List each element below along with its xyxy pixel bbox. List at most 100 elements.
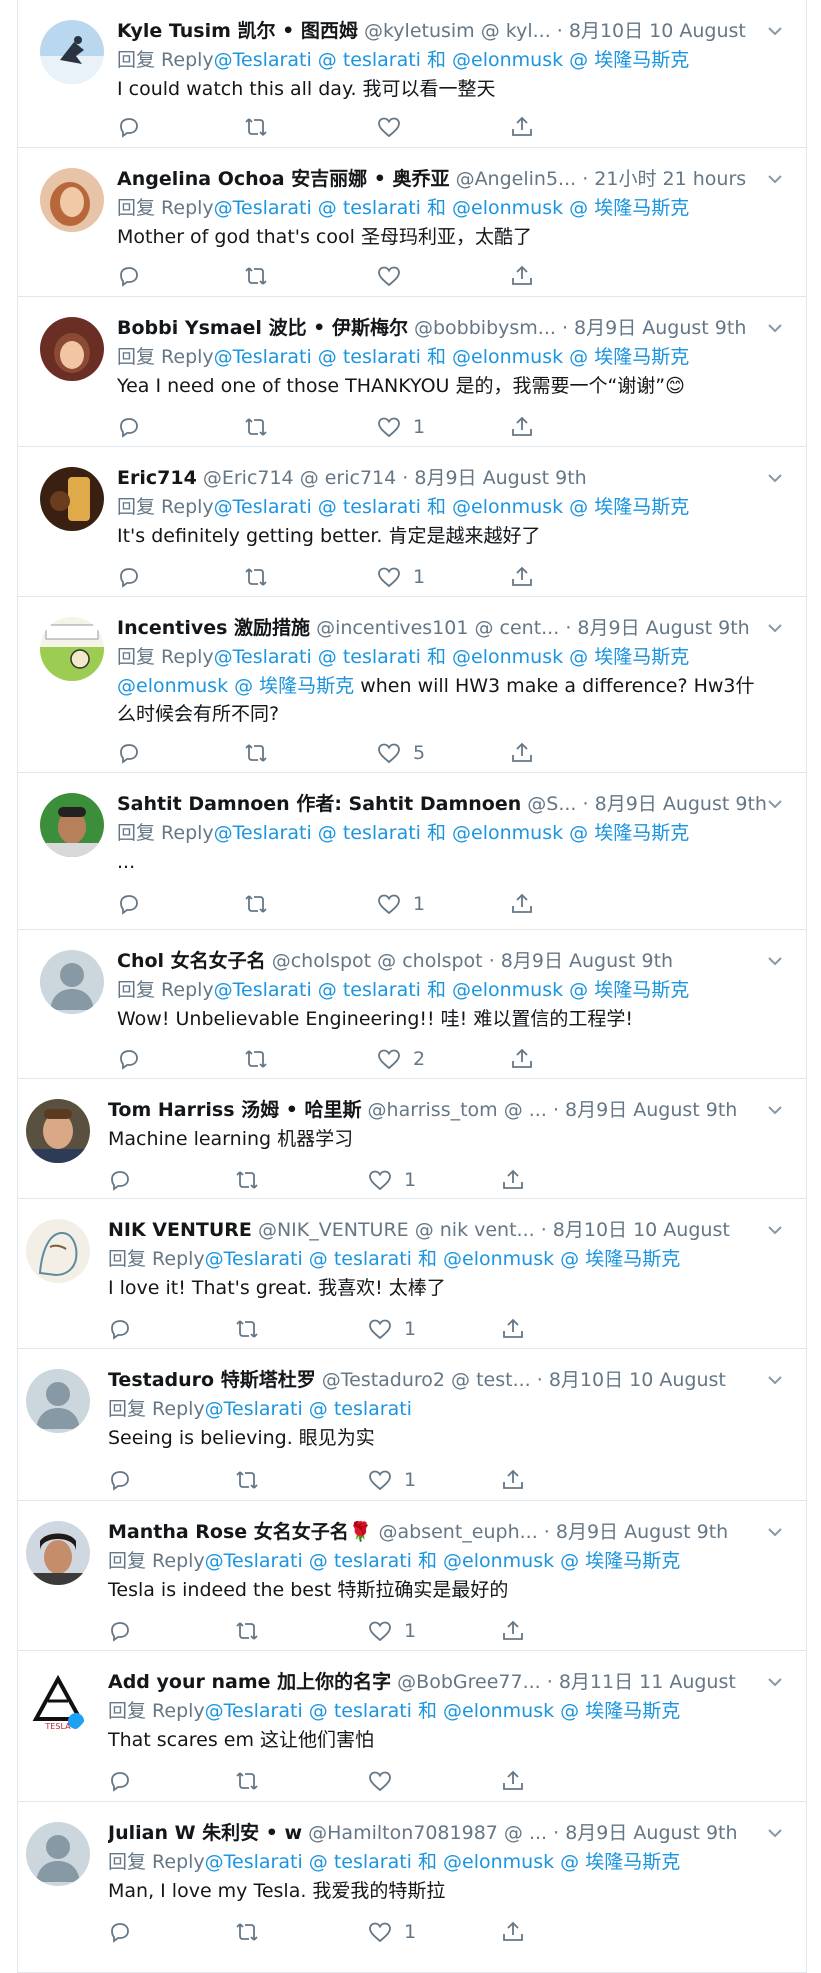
timestamp[interactable]: · 8月9日 August 9th — [583, 793, 766, 815]
chevron-down-icon[interactable] — [766, 1824, 784, 1842]
tweet-3[interactable]: Eric714 @Eric714 @ eric714 · 8月9日 August… — [18, 447, 806, 597]
display-name[interactable]: Kyle Tusim 凯尔 • 图西姆 — [117, 20, 358, 42]
reply-button[interactable] — [117, 564, 141, 590]
like-button[interactable] — [377, 114, 413, 140]
share-button[interactable] — [510, 564, 534, 590]
share-button[interactable] — [510, 891, 534, 917]
handle[interactable]: @BobGree77... — [397, 1671, 541, 1693]
timestamp[interactable]: · 8月9日 August 9th — [553, 1822, 737, 1844]
like-button[interactable] — [377, 263, 413, 289]
reply-button[interactable] — [108, 1768, 132, 1794]
chevron-down-icon[interactable] — [766, 1101, 784, 1119]
display-name[interactable]: Chol 女名女子名 — [117, 950, 266, 972]
like-button[interactable]: 1 — [377, 414, 425, 440]
chevron-down-icon[interactable] — [766, 1673, 784, 1691]
avatar[interactable] — [40, 168, 104, 232]
chevron-down-icon[interactable] — [766, 170, 784, 188]
display-name[interactable]: Tom Harriss 汤姆 • 哈里斯 — [108, 1099, 362, 1121]
like-button[interactable] — [368, 1768, 404, 1794]
reply-mentions[interactable]: @Teslarati @ teslarati 和 @elonmusk @ 埃隆马… — [205, 1851, 681, 1873]
retweet-button[interactable] — [235, 1316, 259, 1342]
retweet-button[interactable] — [244, 1046, 268, 1072]
tweet-2[interactable]: Bobbi Ysmael 波比 • 伊斯梅尔 @bobbibysm... · 8… — [18, 297, 806, 447]
chevron-down-icon[interactable] — [766, 952, 784, 970]
display-name[interactable]: Add your name 加上你的名字 — [108, 1671, 391, 1693]
retweet-button[interactable] — [235, 1618, 259, 1644]
like-button[interactable]: 1 — [368, 1316, 416, 1342]
reply-button[interactable] — [108, 1919, 132, 1945]
share-button[interactable] — [501, 1167, 525, 1193]
like-button[interactable]: 1 — [368, 1467, 416, 1493]
avatar[interactable] — [26, 1822, 90, 1886]
avatar[interactable] — [40, 617, 104, 681]
handle[interactable]: @bobbibysm... — [414, 317, 556, 339]
reply-button[interactable] — [117, 414, 141, 440]
reply-button[interactable] — [117, 1046, 141, 1072]
reply-mentions[interactable]: @Teslarati @ teslarati 和 @elonmusk @ 埃隆马… — [214, 49, 690, 71]
chevron-down-icon[interactable] — [766, 619, 784, 637]
retweet-button[interactable] — [244, 740, 268, 766]
avatar[interactable] — [40, 793, 104, 857]
handle[interactable]: @harriss_tom @ ... — [368, 1099, 547, 1121]
timestamp[interactable]: · 8月10日 10 August — [557, 20, 746, 42]
reply-mentions[interactable]: @Teslarati @ teslarati 和 @elonmusk @ 埃隆马… — [214, 346, 690, 368]
display-name[interactable]: Incentives 激励措施 — [117, 617, 310, 639]
display-name[interactable]: Testaduro 特斯塔杜罗 — [108, 1369, 316, 1391]
timestamp[interactable]: · 8月9日 August 9th — [565, 617, 749, 639]
display-name[interactable]: Angelina Ochoa 安吉丽娜 • 奥乔亚 — [117, 168, 450, 190]
timestamp[interactable]: · 21小时 21 hours — [582, 168, 746, 190]
reply-mentions[interactable]: @Teslarati @ teslarati 和 @elonmusk @ 埃隆马… — [214, 646, 690, 668]
avatar[interactable] — [26, 1219, 90, 1283]
timestamp[interactable]: · 8月9日 August 9th — [544, 1521, 728, 1543]
reply-mentions[interactable]: @Teslarati @ teslarati — [205, 1398, 412, 1420]
share-button[interactable] — [510, 1046, 534, 1072]
reply-mentions[interactable]: @Teslarati @ teslarati 和 @elonmusk @ 埃隆马… — [214, 822, 690, 844]
chevron-down-icon[interactable] — [766, 1523, 784, 1541]
chevron-down-icon[interactable] — [766, 795, 784, 813]
reply-button[interactable] — [108, 1467, 132, 1493]
tweet-11[interactable]: TESLA Add your name 加上你的名字 @BobGree77...… — [18, 1651, 806, 1802]
handle[interactable]: @Eric714 @ eric714 — [203, 467, 396, 489]
avatar[interactable] — [40, 467, 104, 531]
handle[interactable]: @kyletusim @ kyl... — [364, 20, 551, 42]
chevron-down-icon[interactable] — [766, 1371, 784, 1389]
like-button[interactable]: 1 — [377, 891, 425, 917]
display-name[interactable]: Bobbi Ysmael 波比 • 伊斯梅尔 — [117, 317, 408, 339]
handle[interactable]: @absent_euph... — [379, 1521, 538, 1543]
chevron-down-icon[interactable] — [766, 1221, 784, 1239]
share-button[interactable] — [501, 1316, 525, 1342]
retweet-button[interactable] — [235, 1467, 259, 1493]
handle[interactable]: @Hamilton7081987 @ ... — [308, 1822, 547, 1844]
like-button[interactable]: 1 — [368, 1618, 416, 1644]
display-name[interactable]: Julian W 朱利安 • w — [108, 1822, 302, 1844]
display-name[interactable]: Eric714 — [117, 467, 197, 489]
chevron-down-icon[interactable] — [766, 22, 784, 40]
timestamp[interactable]: · 8月11日 11 August — [547, 1671, 736, 1693]
tweet-10[interactable]: Mantha Rose 女名女子名🌹 @absent_euph... · 8月9… — [18, 1501, 806, 1651]
like-button[interactable]: 5 — [377, 740, 425, 766]
avatar[interactable] — [40, 20, 104, 84]
display-name[interactable]: NIK VENTURE — [108, 1219, 252, 1241]
tweet-5[interactable]: Sahtit Damnoen 作者: Sahtit Damnoen @S... … — [18, 773, 806, 930]
share-button[interactable] — [510, 263, 534, 289]
handle[interactable]: @cholspot @ cholspot — [272, 950, 483, 972]
handle[interactable]: @incentives101 @ cent... — [316, 617, 559, 639]
reply-mentions[interactable]: @Teslarati @ teslarati 和 @elonmusk @ 埃隆马… — [205, 1700, 681, 1722]
reply-button[interactable] — [117, 891, 141, 917]
tweet-0[interactable]: Kyle Tusim 凯尔 • 图西姆 @kyletusim @ kyl... … — [18, 0, 806, 148]
reply-button[interactable] — [117, 114, 141, 140]
reply-button[interactable] — [108, 1167, 132, 1193]
like-button[interactable]: 1 — [377, 564, 425, 590]
share-button[interactable] — [510, 114, 534, 140]
share-button[interactable] — [501, 1467, 525, 1493]
avatar[interactable] — [40, 950, 104, 1014]
tweet-12[interactable]: Julian W 朱利安 • w @Hamilton7081987 @ ... … — [18, 1802, 806, 1972]
display-name[interactable]: Sahtit Damnoen 作者: Sahtit Damnoen — [117, 793, 521, 815]
reply-mentions[interactable]: @Teslarati @ teslarati 和 @elonmusk @ 埃隆马… — [205, 1550, 681, 1572]
reply-button[interactable] — [117, 263, 141, 289]
tweet-7[interactable]: Tom Harriss 汤姆 • 哈里斯 @harriss_tom @ ... … — [18, 1079, 806, 1199]
reply-button[interactable] — [108, 1618, 132, 1644]
retweet-button[interactable] — [244, 414, 268, 440]
tweet-8[interactable]: NIK VENTURE @NIK_VENTURE @ nik vent... ·… — [18, 1199, 806, 1349]
share-button[interactable] — [501, 1768, 525, 1794]
